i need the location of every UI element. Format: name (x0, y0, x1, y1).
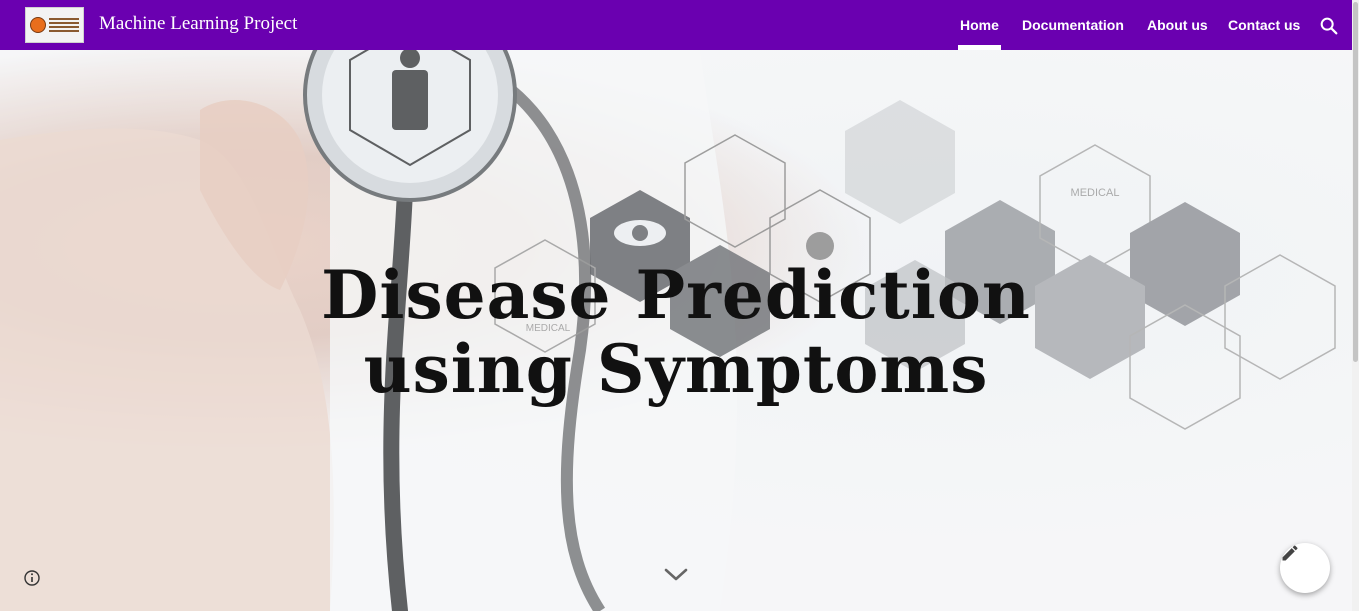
hero-banner: MEDICAL MEDICAL Disease Prediction using… (0, 50, 1352, 611)
hero-title-line-2: using Symptoms (363, 330, 989, 408)
nav-active-indicator (958, 45, 1001, 50)
scrollbar-thumb[interactable] (1353, 2, 1358, 362)
chevron-down-icon[interactable] (663, 566, 689, 584)
university-logo[interactable] (25, 7, 84, 43)
page-scrollbar[interactable] (1352, 0, 1359, 611)
site-title[interactable]: Machine Learning Project (99, 13, 297, 35)
nav-about-us[interactable]: About us (1147, 17, 1208, 33)
hero-title-line-1: Disease Prediction (321, 256, 1031, 334)
edit-button[interactable] (1280, 543, 1330, 593)
nav-documentation[interactable]: Documentation (1022, 17, 1124, 33)
info-icon[interactable] (23, 569, 41, 587)
site-header: Machine Learning Project Home Documentat… (0, 0, 1352, 50)
logo-emblem (30, 17, 46, 33)
search-icon[interactable] (1318, 15, 1340, 37)
pencil-icon (1282, 545, 1298, 561)
nav-home[interactable]: Home (960, 17, 999, 33)
nav-contact-us[interactable]: Contact us (1228, 17, 1300, 33)
